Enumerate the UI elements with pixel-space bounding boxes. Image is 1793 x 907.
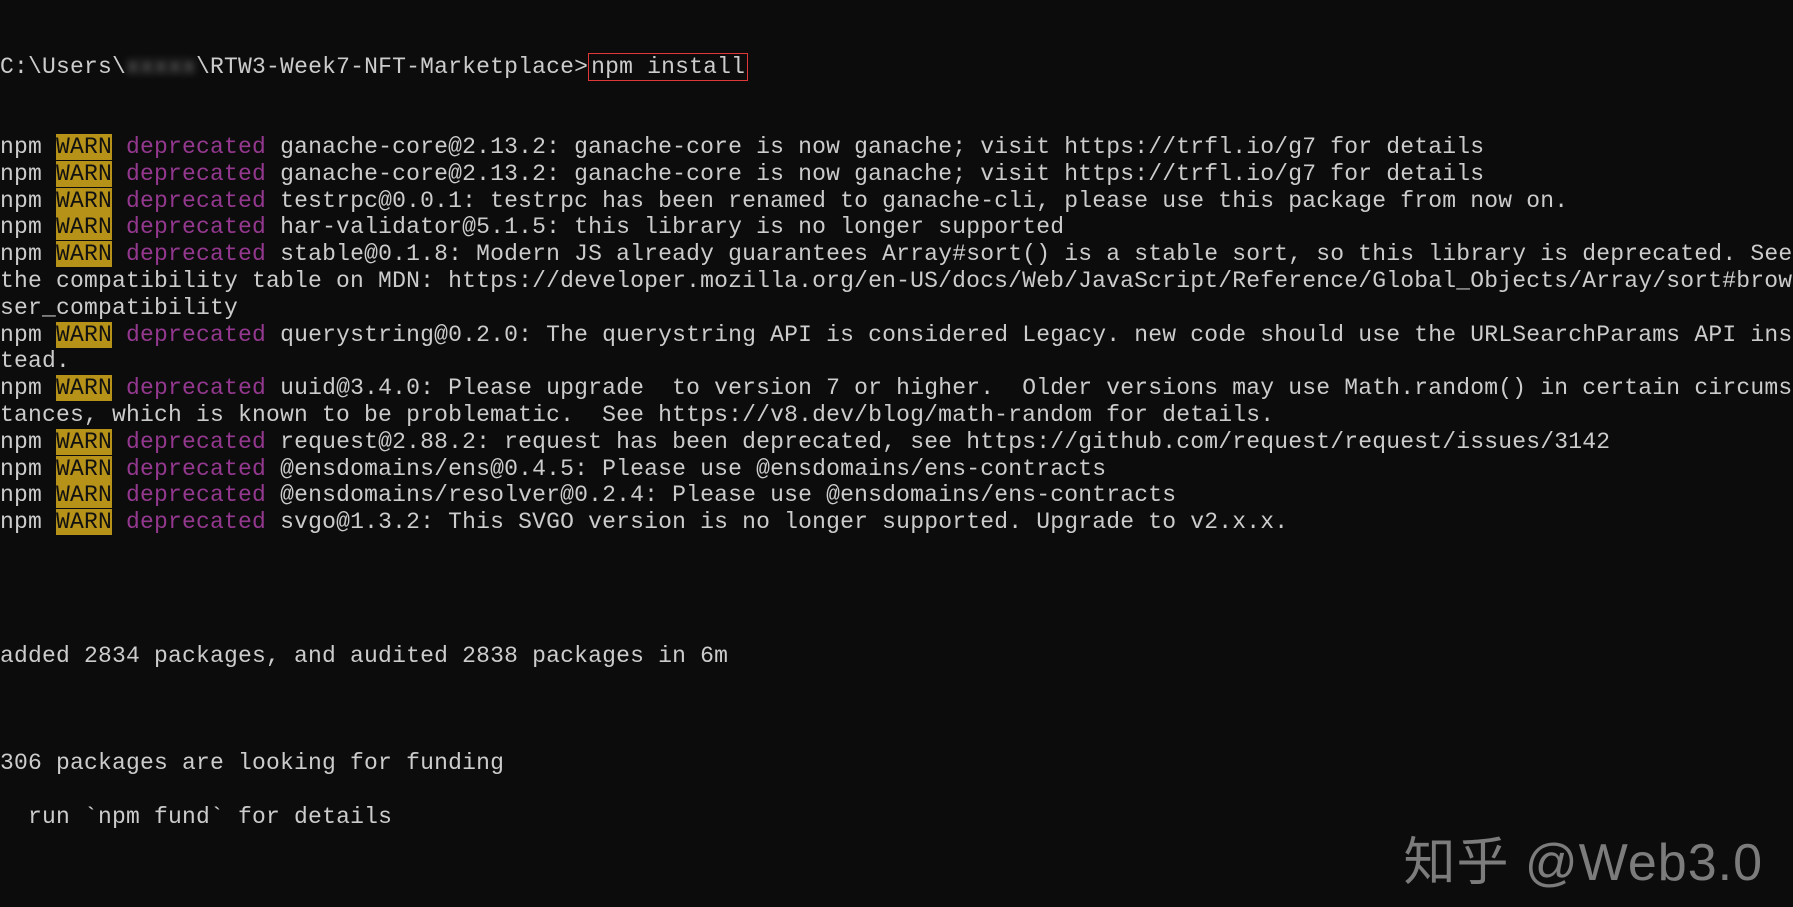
warn-badge: WARN (56, 509, 112, 535)
warn-badge: WARN (56, 482, 112, 508)
deprecated-package: testrpc@0.0.1 (280, 188, 462, 214)
prompt-path-post: \RTW3-Week7-NFT-Marketplace> (196, 54, 588, 80)
warn-badge: WARN (56, 134, 112, 160)
summary-funding-2: run `npm fund` for details (0, 804, 1793, 831)
deprecated-label: deprecated (112, 188, 266, 214)
deprecated-label: deprecated (112, 456, 266, 482)
warn-line: npm WARN deprecated stable@0.1.8: Modern… (0, 241, 1793, 321)
npm-label: npm (0, 241, 56, 267)
deprecated-package: querystring@0.2.0 (280, 322, 518, 348)
deprecated-label: deprecated (112, 161, 266, 187)
prompt-line: C:\Users\xxxxx\RTW3-Week7-NFT-Marketplac… (0, 54, 1793, 81)
warn-line: npm WARN deprecated uuid@3.4.0: Please u… (0, 375, 1793, 429)
deprecated-package: @ensdomains/resolver@0.2.4 (280, 482, 644, 508)
warn-badge: WARN (56, 429, 112, 455)
npm-label: npm (0, 429, 56, 455)
deprecated-message: : testrpc has been renamed to ganache-cl… (462, 188, 1568, 214)
npm-label: npm (0, 322, 56, 348)
deprecated-label: deprecated (112, 429, 266, 455)
warn-line: npm WARN deprecated har-validator@5.1.5:… (0, 214, 1793, 241)
blank-line (0, 697, 1793, 724)
deprecated-message: : ganache-core is now ganache; visit htt… (546, 134, 1484, 160)
warn-line: npm WARN deprecated querystring@0.2.0: T… (0, 322, 1793, 376)
deprecated-package: svgo@1.3.2 (280, 509, 420, 535)
deprecated-package: ganache-core@2.13.2 (280, 134, 546, 160)
warn-line: npm WARN deprecated @ensdomains/resolver… (0, 482, 1793, 509)
blank-line (0, 590, 1793, 617)
terminal-output[interactable]: C:\Users\xxxxx\RTW3-Week7-NFT-Marketplac… (0, 0, 1793, 907)
npm-label: npm (0, 161, 56, 187)
deprecated-label: deprecated (112, 134, 266, 160)
warn-line: npm WARN deprecated svgo@1.3.2: This SVG… (0, 509, 1793, 536)
blank-line (0, 858, 1793, 885)
warn-badge: WARN (56, 161, 112, 187)
summary-funding-1: 306 packages are looking for funding (0, 750, 1793, 777)
deprecated-message: : This SVGO version is no longer support… (420, 509, 1288, 535)
warn-badge: WARN (56, 456, 112, 482)
deprecated-package: ganache-core@2.13.2 (280, 161, 546, 187)
deprecated-label: deprecated (112, 482, 266, 508)
deprecated-message: : ganache-core is now ganache; visit htt… (546, 161, 1484, 187)
warn-badge: WARN (56, 214, 112, 240)
deprecated-message: : Please use @ensdomains/ens-contracts (644, 482, 1176, 508)
warn-line: npm WARN deprecated ganache-core@2.13.2:… (0, 161, 1793, 188)
deprecated-package: stable@0.1.8 (280, 241, 448, 267)
deprecated-package: uuid@3.4.0 (280, 375, 420, 401)
deprecated-label: deprecated (112, 214, 266, 240)
warn-line: npm WARN deprecated @ensdomains/ens@0.4.… (0, 456, 1793, 483)
npm-label: npm (0, 375, 56, 401)
npm-label: npm (0, 456, 56, 482)
warn-badge: WARN (56, 188, 112, 214)
warn-badge: WARN (56, 241, 112, 267)
warn-line: npm WARN deprecated testrpc@0.0.1: testr… (0, 188, 1793, 215)
summary-added: added 2834 packages, and audited 2838 pa… (0, 643, 1793, 670)
warn-line: npm WARN deprecated ganache-core@2.13.2:… (0, 134, 1793, 161)
prompt-path-pre: C:\Users\ (0, 54, 126, 80)
warn-badge: WARN (56, 375, 112, 401)
warn-line: npm WARN deprecated request@2.88.2: requ… (0, 429, 1793, 456)
deprecated-message: : this library is no longer supported (546, 214, 1064, 240)
prompt-user-blur: xxxxx (126, 54, 196, 80)
npm-label: npm (0, 509, 56, 535)
deprecated-package: request@2.88.2 (280, 429, 476, 455)
typed-command: npm install (588, 53, 748, 81)
npm-label: npm (0, 214, 56, 240)
deprecated-label: deprecated (112, 322, 266, 348)
deprecated-label: deprecated (112, 241, 266, 267)
npm-label: npm (0, 134, 56, 160)
deprecated-message: : request has been deprecated, see https… (476, 429, 1610, 455)
npm-label: npm (0, 482, 56, 508)
deprecated-package: har-validator@5.1.5 (280, 214, 546, 240)
deprecated-message: : Please use @ensdomains/ens-contracts (574, 456, 1106, 482)
npm-label: npm (0, 188, 56, 214)
deprecated-label: deprecated (112, 509, 266, 535)
deprecated-package: @ensdomains/ens@0.4.5 (280, 456, 574, 482)
warn-badge: WARN (56, 322, 112, 348)
deprecated-label: deprecated (112, 375, 266, 401)
